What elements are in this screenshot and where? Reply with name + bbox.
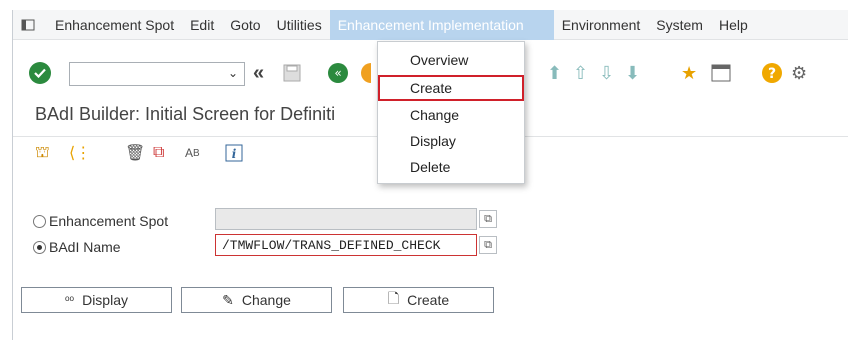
command-field[interactable]: ⌄ <box>69 62 245 86</box>
menu-enhancement-implementation[interactable]: Enhancement Implementation <box>329 10 554 40</box>
value-help-icon[interactable]: ⧉ <box>479 210 497 228</box>
enhancement-spot-radio[interactable] <box>33 215 46 228</box>
menu-environment[interactable]: Environment <box>554 10 649 40</box>
new-window-icon[interactable] <box>711 62 731 84</box>
save-icon[interactable] <box>283 62 301 84</box>
gear-icon[interactable]: ⚙ <box>791 62 807 84</box>
other-object-icon[interactable]: ⛫ <box>35 142 50 164</box>
enhancement-spot-field <box>215 208 477 230</box>
pencil-icon: ✎ <box>222 291 234 308</box>
prev-page-icon[interactable]: ⇧ <box>573 62 588 84</box>
last-page-icon[interactable]: ⬇ <box>625 62 640 84</box>
change-button[interactable]: ✎ Change <box>181 287 332 313</box>
glasses-icon: ᵒᵒ <box>65 293 75 307</box>
page-title: BAdI Builder: Initial Screen for Definit… <box>35 104 336 124</box>
help-icon[interactable]: ? <box>761 62 783 84</box>
rename-icon[interactable]: AB <box>185 142 200 164</box>
enhancement-spot-label: Enhancement Spot <box>49 213 169 229</box>
badi-name-input[interactable]: /TMWFLOW/TRANS_DEFINED_CHECK <box>215 234 477 256</box>
chevron-down-icon[interactable]: ⌄ <box>228 66 238 80</box>
back-icon[interactable]: « <box>327 62 349 84</box>
system-menu-icon[interactable] <box>13 10 43 40</box>
info-icon[interactable]: i <box>225 142 243 164</box>
bookmark-star-icon[interactable]: ★ <box>681 62 697 84</box>
menu-edit[interactable]: Edit <box>182 10 222 40</box>
create-button-label: Create <box>407 292 450 308</box>
menu-item-create[interactable]: Create <box>378 75 524 101</box>
menu-item-display[interactable]: Display <box>378 128 524 154</box>
delete-trash-icon[interactable]: 🗑 <box>125 142 145 164</box>
menu-item-overview[interactable]: Overview <box>378 47 524 73</box>
menu-item-change[interactable]: Change <box>378 102 524 128</box>
display-button[interactable]: ᵒᵒ Display <box>21 287 172 313</box>
menu-help[interactable]: Help <box>711 10 756 40</box>
enhancement-implementation-dropdown: Overview Create Change Display Delete <box>377 41 525 184</box>
change-button-label: Change <box>241 292 291 308</box>
hierarchy-icon[interactable]: ⟨⋮ <box>69 142 91 164</box>
sap-window: Enhancement Spot Edit Goto Utilities Enh… <box>12 10 848 340</box>
menu-utilities[interactable]: Utilities <box>269 10 330 40</box>
create-button[interactable]: 🗋 Create <box>343 287 494 313</box>
svg-text:i: i <box>232 147 237 161</box>
svg-text:«: « <box>334 66 341 80</box>
menu-bar: Enhancement Spot Edit Goto Utilities Enh… <box>13 10 848 40</box>
double-chevron-left-icon[interactable]: « <box>253 62 264 84</box>
svg-text:?: ? <box>768 66 776 82</box>
menu-enhancement-spot[interactable]: Enhancement Spot <box>47 10 182 40</box>
value-help-icon[interactable]: ⧉ <box>479 236 497 254</box>
menu-system[interactable]: System <box>648 10 711 40</box>
badi-name-label: BAdI Name <box>49 239 121 255</box>
document-icon: 🗋 <box>387 290 400 306</box>
next-page-icon[interactable]: ⇩ <box>599 62 614 84</box>
badi-name-radio[interactable] <box>33 241 46 254</box>
enter-check-icon[interactable] <box>29 62 51 84</box>
exit-icon[interactable] <box>357 62 371 84</box>
copy-icon[interactable]: ⧉ <box>153 142 164 164</box>
display-button-label: Display <box>82 292 128 308</box>
menu-item-delete[interactable]: Delete <box>378 154 524 180</box>
menu-goto[interactable]: Goto <box>222 10 268 40</box>
first-page-icon[interactable]: ⬆ <box>547 62 562 84</box>
